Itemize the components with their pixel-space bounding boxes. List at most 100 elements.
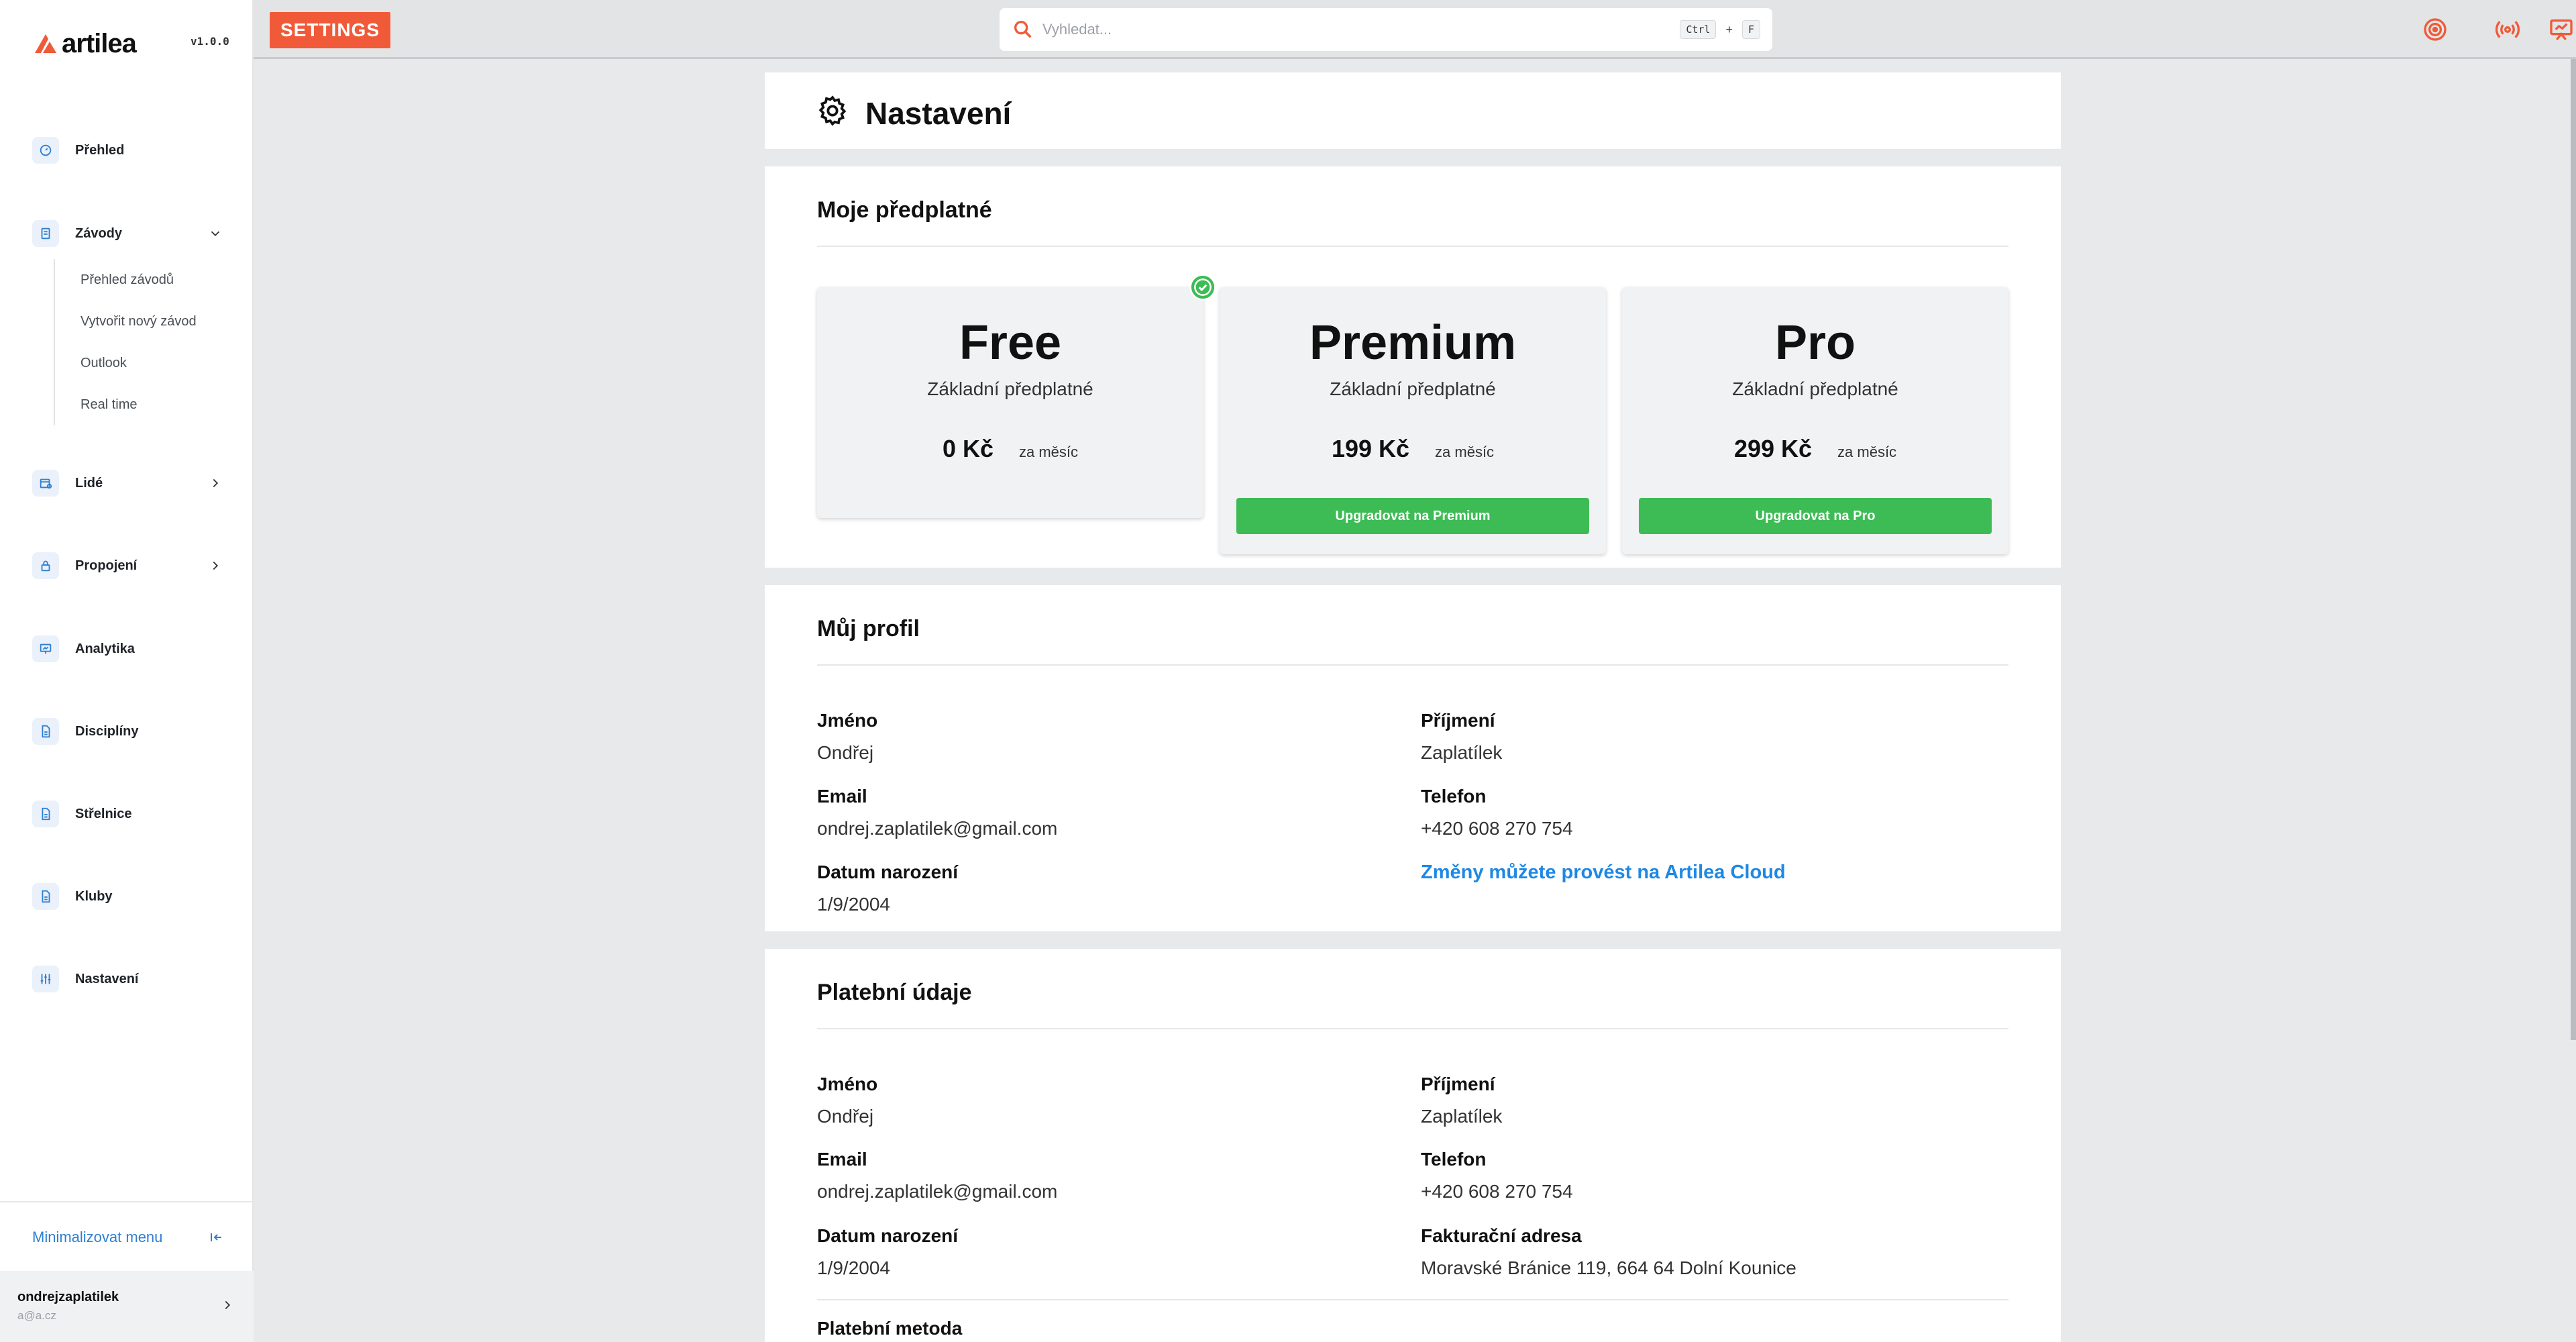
sidebar-item-label: Nastavení xyxy=(75,971,139,986)
search-bar[interactable]: Ctrl + F xyxy=(1000,8,1772,51)
gauge-icon xyxy=(32,137,59,164)
plan-price: 299 Kč xyxy=(1733,435,1813,462)
sidebar-item-label: Analytika xyxy=(75,641,135,656)
field-label: Příjmení xyxy=(1421,710,1495,731)
field-value: ondrej.zaplatilek@gmail.com xyxy=(817,818,1058,839)
file-icon xyxy=(32,718,59,745)
sidebar-item-zavody[interactable]: Závody xyxy=(32,215,223,252)
profile-card: Můj profil Jméno Ondřej Příjmení Zaplatí… xyxy=(765,585,2061,931)
page-tag: SETTINGS xyxy=(270,12,391,48)
field-value: Zaplatílek xyxy=(1421,1106,1503,1127)
sidebar-item-analytika[interactable]: Analytika xyxy=(32,630,223,668)
profile-first-name: Jméno Ondřej xyxy=(817,710,877,764)
sidebar-item-label: Závody xyxy=(75,225,123,241)
billing-address: Fakturační adresa Moravské Bránice 119, … xyxy=(1421,1225,1796,1279)
plan-price-row: 199 Kč za měsíc xyxy=(1220,435,1606,463)
lock-icon xyxy=(32,552,59,579)
plan-description: Základní předplatné xyxy=(1330,378,1496,399)
plan-price: 0 Kč xyxy=(942,435,994,462)
presentation-icon[interactable] xyxy=(2548,16,2575,43)
field-value: 1/9/2004 xyxy=(817,1257,890,1278)
divider xyxy=(817,664,2008,666)
shortcut-key-ctrl: Ctrl xyxy=(1680,20,1717,39)
field-value: 1/9/2004 xyxy=(817,894,890,915)
field-value: ondrej.zaplatilek@gmail.com xyxy=(817,1181,1058,1202)
sidebar-item-label: Propojení xyxy=(75,558,138,573)
field-label: Telefon xyxy=(1421,786,1487,807)
subscription-title: Moje předplatné xyxy=(817,197,992,223)
upgrade-pro-button[interactable]: Upgradovat na Pro xyxy=(1639,498,1992,534)
sidebar-item-discipliny[interactable]: Disciplíny xyxy=(32,713,223,750)
field-label: Email xyxy=(817,786,867,807)
field-value: +420 608 270 754 xyxy=(1421,1181,1573,1202)
billing-birth-date: Datum narození 1/9/2004 xyxy=(817,1225,958,1279)
subscription-card: Moje předplatné Free Základní předplatné… xyxy=(765,166,2061,568)
divider xyxy=(817,1299,2008,1300)
profile-title: Můj profil xyxy=(817,616,920,641)
calendar-people-icon xyxy=(32,470,59,497)
chevron-right-icon xyxy=(225,1300,231,1310)
broadcast-icon[interactable] xyxy=(2494,16,2521,43)
field-value: Moravské Bránice 119, 664 64 Dolní Kouni… xyxy=(1421,1257,1796,1278)
page-scrollbar[interactable] xyxy=(2571,59,2576,1040)
chevron-right-icon[interactable] xyxy=(208,476,223,491)
sidebar-item-label: Disciplíny xyxy=(75,723,139,739)
field-label: Jméno xyxy=(817,710,878,731)
plan-price-row: 0 Kč za měsíc xyxy=(817,435,1203,463)
sidebar-item-propojeni[interactable]: Propojení xyxy=(32,547,223,584)
user-name: ondrejzaplatilek xyxy=(17,1290,119,1304)
chevron-right-icon[interactable] xyxy=(208,558,223,573)
field-value: Ondřej xyxy=(817,1106,874,1127)
brand-name: artilea xyxy=(62,28,137,58)
page-header: Nastavení xyxy=(765,72,2061,149)
field-value: Zaplatílek xyxy=(1421,742,1503,763)
plan-card-premium: Premium Základní předplatné 199 Kč za mě… xyxy=(1220,287,1606,554)
sidebar-item-prehled[interactable]: Přehled xyxy=(32,132,223,169)
profile-email: Email ondrej.zaplatilek@gmail.com xyxy=(817,786,1057,839)
search-input[interactable] xyxy=(1042,21,1680,38)
zavody-submenu: Přehled závodů Vytvořit nový závod Outlo… xyxy=(54,259,221,425)
billing-title: Platební údaje xyxy=(817,980,972,1005)
sidebar-item-nastaveni[interactable]: Nastavení xyxy=(32,960,223,998)
plan-period: za měsíc xyxy=(1837,444,1897,460)
file-icon xyxy=(32,883,59,910)
sidebar-subitem-vytvorit-zavod[interactable]: Vytvořit nový závod xyxy=(55,301,221,342)
sidebar-item-strelnice[interactable]: Střelnice xyxy=(32,795,223,833)
minimize-menu-label: Minimalizovat menu xyxy=(32,1229,163,1245)
plan-period: za měsíc xyxy=(1435,444,1495,460)
page-title: Nastavení xyxy=(865,96,1012,131)
plan-period: za měsíc xyxy=(1019,444,1079,460)
sidebar-divider xyxy=(0,1201,254,1202)
field-label: Fakturační adresa xyxy=(1421,1225,1582,1246)
plan-name: Pro xyxy=(1774,316,1856,370)
shortcut-plus: + xyxy=(1725,22,1733,36)
sidebar-item-kluby[interactable]: Kluby xyxy=(32,878,223,915)
presentation-chart-icon xyxy=(32,635,59,662)
artilea-cloud-link[interactable]: Změny můžete provést na Artilea Cloud xyxy=(1421,862,1786,883)
field-label: Platební metoda xyxy=(817,1318,963,1339)
field-label: Příjmení xyxy=(1421,1074,1495,1094)
topbar: SETTINGS Ctrl + F xyxy=(254,0,2576,59)
minimize-menu-button[interactable]: Minimalizovat menu xyxy=(32,1223,224,1252)
sidebar-subitem-prehled-zavodu[interactable]: Přehled závodů xyxy=(55,259,221,301)
field-value: Ondřej xyxy=(817,742,874,763)
field-label: Email xyxy=(817,1149,867,1170)
chevron-down-icon[interactable] xyxy=(208,226,223,241)
divider xyxy=(817,1028,2008,1029)
sidebar-item-label: Lidé xyxy=(75,475,103,491)
sidebar-subitem-real-time[interactable]: Real time xyxy=(55,384,221,425)
file-icon xyxy=(32,801,59,827)
sidebar-item-lide[interactable]: Lidé xyxy=(32,464,223,502)
user-menu[interactable]: ondrejzaplatilek a@a.cz xyxy=(0,1271,254,1342)
gear-icon xyxy=(818,95,847,126)
version-label: v1.0.0 xyxy=(191,35,229,48)
target-icon[interactable] xyxy=(2422,16,2449,43)
sidebar-subitem-outlook[interactable]: Outlook xyxy=(55,342,221,384)
artilea-logo-icon xyxy=(35,34,56,53)
plan-description: Základní předplatné xyxy=(1732,378,1898,399)
brand-logo[interactable]: artilea xyxy=(32,27,137,60)
sidebar-item-label: Přehled xyxy=(75,142,125,158)
billing-email: Email ondrej.zaplatilek@gmail.com xyxy=(817,1149,1057,1202)
upgrade-premium-button[interactable]: Upgradovat na Premium xyxy=(1236,498,1589,534)
plan-name: Free xyxy=(959,316,1062,370)
